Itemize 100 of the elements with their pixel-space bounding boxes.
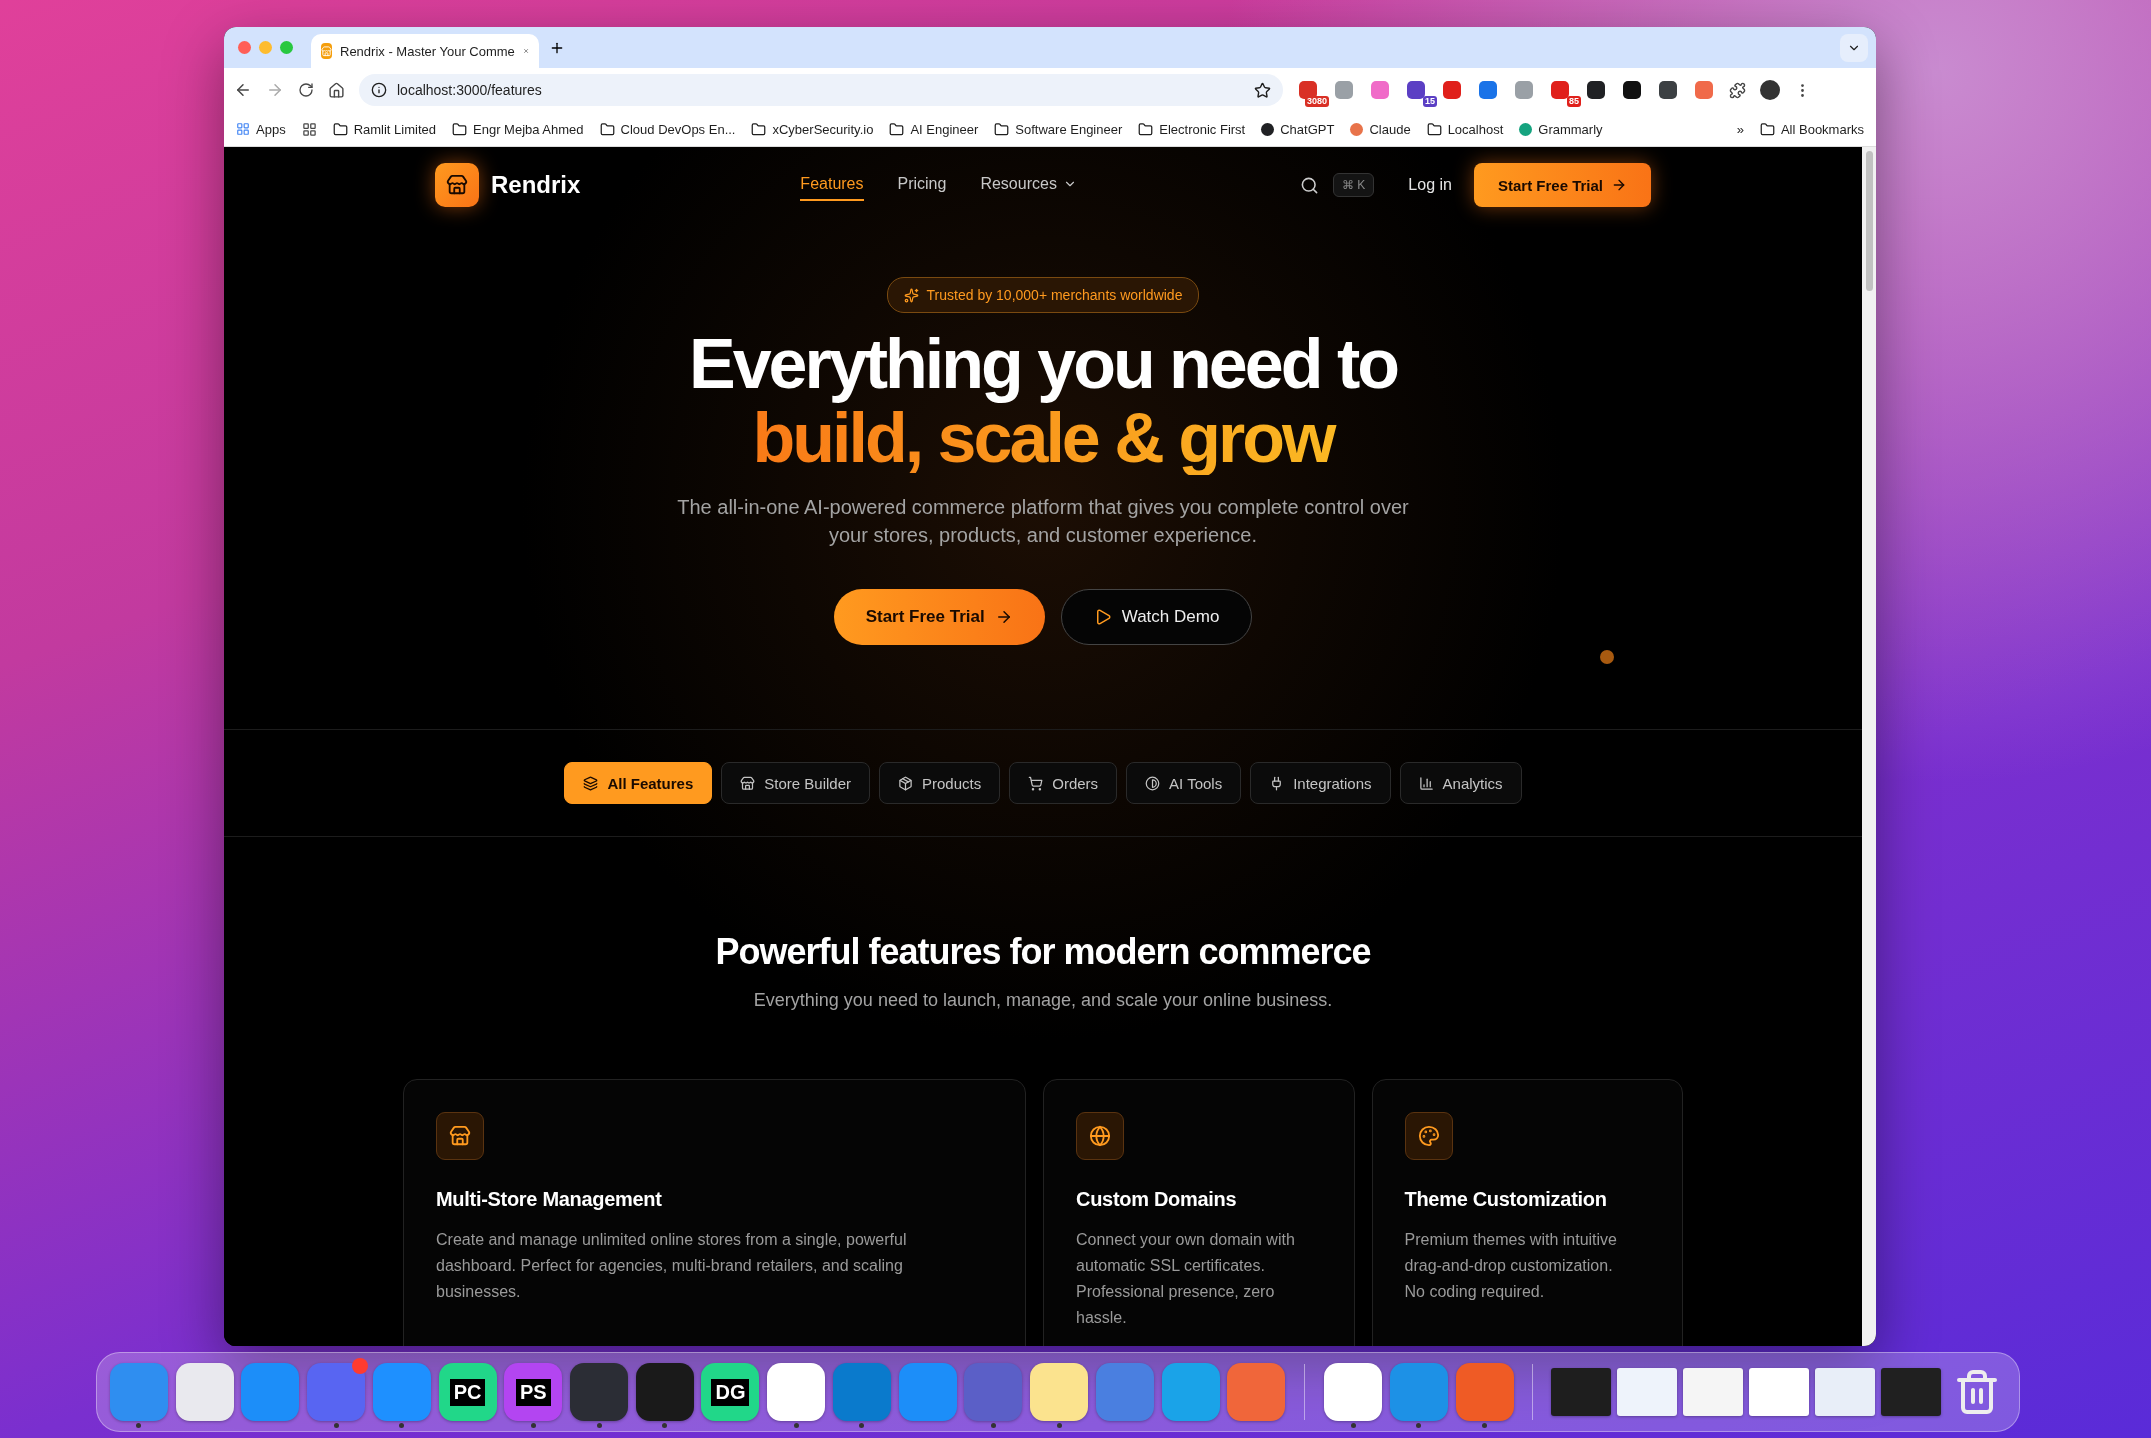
filter-tab[interactable]: Store Builder — [721, 762, 870, 804]
extension-badge: 3080 — [1304, 96, 1329, 107]
nav-link[interactable]: Pricing — [897, 169, 947, 201]
window-thumbnail[interactable] — [1683, 1368, 1744, 1416]
folder-icon — [751, 121, 767, 137]
folder-bookmark[interactable]: Engr Mejba Ahmed — [452, 121, 584, 137]
window-thumbnail[interactable] — [1815, 1368, 1876, 1416]
arrow-icon — [1611, 177, 1627, 193]
cart-icon — [1028, 775, 1044, 791]
window-thumbnail[interactable] — [1551, 1368, 1612, 1416]
glow-dot — [1600, 650, 1614, 664]
globe-icon — [1076, 1112, 1124, 1160]
folder-bookmark[interactable]: AI Engineer — [889, 121, 979, 137]
storefront-icon — [740, 775, 756, 791]
app-icon[interactable] — [570, 1363, 628, 1421]
card-title: Custom Domains — [1076, 1188, 1238, 1211]
bag-icon — [321, 43, 332, 59]
card-text: Premium themes with intuitive drag-and-drop customization. No coding required. — [1404, 1230, 1618, 1302]
card-title: Theme Customization — [1404, 1188, 1608, 1211]
layers-icon — [583, 775, 599, 791]
window-thumbnail[interactable] — [1617, 1368, 1678, 1416]
palette-icon — [1404, 1112, 1453, 1160]
start-trial-button[interactable]: Start Free Trial — [1473, 163, 1651, 207]
bar-chart-icon — [1418, 775, 1434, 791]
tab-title: Rendrix - Master Your Comme — [340, 43, 515, 59]
browser-tab[interactable]: Rendrix - Master Your Comme — [311, 34, 539, 68]
window-thumbnail[interactable] — [1881, 1368, 1942, 1416]
folder-icon — [452, 121, 467, 137]
apps-bookmark[interactable]: Apps — [236, 121, 286, 137]
filter-tab[interactable]: Orders — [1009, 762, 1118, 804]
back-icon[interactable] — [234, 81, 252, 99]
folder-icon — [332, 121, 348, 137]
app-icon[interactable]: DG — [701, 1363, 760, 1421]
folder-icon — [599, 121, 615, 137]
folder-bookmark[interactable]: Ramlit Limited — [332, 121, 436, 137]
site-bookmark[interactable]: Claude — [1350, 121, 1411, 137]
forward-icon[interactable] — [266, 81, 284, 99]
nav-link[interactable]: Resources — [980, 169, 1077, 201]
card-title: Multi-Store Management — [436, 1188, 663, 1211]
folder-bookmark[interactable]: Electronic First — [1138, 121, 1246, 137]
filter-tab[interactable]: Products — [879, 762, 1001, 804]
nav-link[interactable]: Features — [800, 169, 864, 201]
app-icon[interactable] — [1324, 1363, 1383, 1421]
filter-tab[interactable]: AI Tools — [1126, 762, 1242, 804]
extension-icon[interactable] — [1623, 81, 1641, 99]
extension-icon[interactable] — [1407, 81, 1425, 99]
window-thumbnail[interactable] — [1749, 1368, 1810, 1416]
app-icon[interactable] — [635, 1363, 694, 1421]
hero-subtitle: The all-in-one AI-powered commerce platform that gives you complete control over your stores, products, and customer experience. — [676, 495, 1410, 548]
app-icon[interactable]: PS — [504, 1363, 563, 1421]
extension-badge: 85 — [1567, 96, 1581, 107]
extension-icon[interactable] — [1659, 81, 1677, 99]
grid-icon[interactable] — [301, 121, 317, 137]
filter-tab[interactable]: All Features — [564, 762, 713, 804]
folder-icon — [889, 121, 905, 137]
folder-bookmark[interactable]: xCyberSecurity.io — [751, 121, 874, 137]
address-bar[interactable]: localhost:3000/features — [359, 74, 1283, 106]
extension-badge: 15 — [1423, 96, 1437, 107]
app-icon[interactable] — [767, 1363, 826, 1421]
extension-icon[interactable] — [1587, 81, 1605, 99]
info-icon[interactable] — [371, 82, 387, 98]
folder-icon — [1426, 121, 1442, 137]
folder-bookmark[interactable]: Software Engineer — [994, 121, 1123, 137]
box-icon — [898, 775, 913, 791]
card-text: Create and manage unlimited online stores from a single, powerful dashboard. Perfect for agencies, multi-brand retailers, and scaling businesses. — [436, 1230, 908, 1302]
star-icon[interactable] — [1254, 81, 1271, 99]
tab-search-button[interactable] — [1840, 33, 1868, 62]
folder-bookmark[interactable]: Localhost — [1426, 121, 1504, 137]
all-bookmarks-folder[interactable]: All Bookmarks — [1759, 121, 1864, 137]
folder-icon — [1138, 121, 1154, 137]
folder-bookmark[interactable]: Cloud DevOps En... — [599, 121, 736, 137]
puzzle-icon[interactable] — [1729, 81, 1746, 99]
avatar[interactable] — [1760, 80, 1780, 100]
filter-tab[interactable]: Integrations — [1250, 762, 1391, 804]
brand-name: Rendrix — [491, 171, 581, 199]
home-icon[interactable] — [328, 81, 345, 99]
zoom-window-button[interactable] — [280, 41, 293, 54]
storefront-logo-icon — [435, 163, 479, 207]
app-icon[interactable] — [1030, 1363, 1089, 1421]
app-icon[interactable]: PC — [438, 1363, 497, 1421]
start-trial-button[interactable]: Start Free Trial — [833, 589, 1045, 645]
more-bookmarks-button[interactable]: » — [1736, 121, 1744, 137]
close-window-button[interactable] — [238, 41, 251, 54]
folder-icon — [1759, 121, 1775, 137]
url-text: localhost:3000/features — [397, 82, 543, 98]
sparkles-icon — [903, 287, 919, 303]
watch-demo-button[interactable]: Watch Demo — [1060, 589, 1253, 645]
search-icon[interactable] — [1300, 175, 1319, 195]
scrollbar[interactable] — [1862, 147, 1876, 1346]
filter-tab[interactable]: Analytics — [1399, 762, 1522, 804]
site-bookmark[interactable]: ChatGPT — [1261, 121, 1335, 137]
app-icon[interactable] — [175, 1363, 234, 1421]
folder-icon — [994, 121, 1010, 137]
card-text: Connect your own domain with automatic SSL certificates. Professional presence, zero hassle. — [1076, 1230, 1296, 1328]
storefront-icon — [436, 1112, 484, 1160]
half-circle-icon — [1145, 775, 1161, 791]
grid-icon — [236, 122, 250, 136]
site-bookmark[interactable]: Grammarly — [1519, 121, 1603, 137]
reload-icon[interactable] — [298, 82, 314, 98]
login-link[interactable]: Log in — [1408, 176, 1452, 194]
